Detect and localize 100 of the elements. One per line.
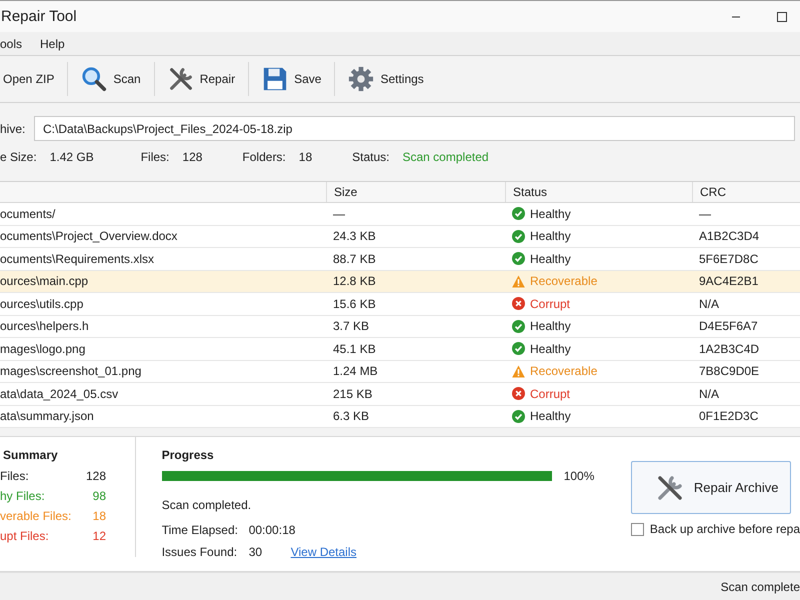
summary-value: 12 [92,529,106,545]
status-text: Scan complete [720,580,800,594]
status-text: Corrupt [530,296,570,311]
check-circle-icon [512,230,525,243]
table-cell-text: 1A2B3C4D [698,342,760,356]
toolbar-button[interactable]: Settings [345,62,427,96]
table-cell-text: — [332,206,346,221]
summary-value: 18 [92,509,106,525]
table-cell-text: ocuments/ [0,206,56,221]
column-header[interactable]: Size [326,182,505,202]
stat-label: Issues Found: [162,545,238,559]
info-label: Folders: [242,150,286,164]
toolbar-button[interactable]: Scan [78,62,144,96]
status-text: Recoverable [530,274,598,288]
table-cell-text: 5F6E7D8C [698,252,760,266]
table-cell-text: N/A [698,296,720,311]
progress-percent: 100% [564,469,594,483]
info-value: Scan completed [402,150,489,164]
check-circle-icon [512,207,525,220]
info-value: 18 [298,150,312,164]
table-row[interactable]: ata\data_2024_05.csv 215 KB Corrupt N/A [0,383,800,406]
checkbox[interactable] [630,522,644,536]
summary-value: 98 [92,489,106,505]
menu-item[interactable]: ools [0,36,22,50]
progress-message: Scan completed. [162,498,252,514]
table-cell-text: 6.3 KB [332,409,370,424]
table-cell-text: 9AC4E2B1 [698,274,760,288]
table-cell-text: D4E5F6A7 [698,319,759,334]
table-cell-text: 1.24 MB [332,364,379,378]
toolbar-button[interactable]: Save [259,62,324,96]
table-cell-text: 15.6 KB [332,296,377,311]
info-label: Status: [352,150,390,164]
status-text: Healthy [530,229,571,244]
table-cell-text: 88.7 KB [332,252,377,266]
table-cell-text: 45.1 KB [332,342,377,356]
table-row[interactable]: mages\screenshot_01.png 1.24 MB Recoverable 7B8C9D0E [0,360,800,383]
error-circle-icon [512,297,525,310]
check-circle-icon [512,410,525,423]
check-circle-icon [512,342,525,356]
table-row[interactable]: ources\utils.cpp 15.6 KB Corrupt N/A [0,293,800,316]
table-cell-text: ocuments\Project_Overview.docx [0,229,178,244]
status-text: Healthy [530,206,571,221]
status-text: Healthy [530,342,571,356]
table-row[interactable]: ocuments/ — Healthy — [0,203,800,226]
section-title: Progress [162,448,215,462]
table-cell-text: A1B2C3D4 [698,229,760,244]
stat-label: Time Elapsed: [162,523,239,537]
menu-item[interactable]: Help [40,36,65,50]
stat-value: 30 [248,545,264,559]
table-cell-text: ata\data_2024_05.csv [0,386,120,401]
table-cell-text: ources\utils.cpp [0,296,84,311]
table-row[interactable]: ata\summary.json 6.3 KB Healthy 0F1E2D3C [0,406,800,428]
table-cell-text: ocuments\Requirements.xlsx [0,252,156,266]
path-field[interactable]: C:\Data\Backups\Project_Files_2024-05-18.zip [34,116,795,141]
error-circle-icon [512,387,525,400]
section-title: Summary [2,448,59,462]
table-cell-text: mages\logo.png [0,342,86,356]
gear-icon [348,66,374,92]
table-row[interactable]: ources\helpers.h 3.7 KB Healthy D4E5F6A7 [0,316,800,338]
summary-label: hy Files: [0,489,45,505]
table-cell-text: ources\main.cpp [0,274,90,288]
table-cell-text: ata\summary.json [0,409,95,424]
search-icon [81,66,108,92]
check-circle-icon [512,252,525,266]
summary-label: verable Files: [0,509,72,525]
table-row[interactable]: ocuments\Project_Overview.docx 24.3 KB Healthy A1B2C3D4 [0,226,800,248]
info-value: 1.42 GB [50,150,94,164]
column-header[interactable]: Status [505,182,692,202]
table-row[interactable]: mages\logo.png 45.1 KB Healthy 1A2B3C4D [0,338,800,360]
status-text: Healthy [530,319,571,334]
warning-icon [512,364,525,378]
table-cell-text: N/A [698,386,720,401]
info-label: e Size: [0,150,37,164]
table-cell-text: — [698,206,712,221]
check-circle-icon [512,320,525,333]
table-cell-text: 12.8 KB [332,274,377,288]
table-row[interactable]: ources\main.cpp 12.8 KB Recoverable 9AC4E2B1 [0,270,800,293]
field-label: hive: [0,122,26,136]
view-details-link[interactable]: View Details [290,545,357,559]
checkbox-label[interactable]: Back up archive before repa [650,522,800,536]
status-text: Recoverable [530,364,598,378]
repair-archive-button[interactable]: Repair Archive [630,461,791,514]
table-cell-text: mages\screenshot_01.png [0,364,142,378]
summary-label: Files: [0,469,29,485]
tools-icon [656,474,684,502]
table-cell-text: 7B8C9D0E [698,364,760,378]
toolbar-button[interactable]: Repair [164,62,238,96]
table-cell-text: 24.3 KB [332,229,377,244]
column-header[interactable]: CRC [692,182,800,202]
status-text: Healthy [530,252,571,266]
toolbar-button[interactable]: Open ZIP [0,68,58,90]
summary-label: upt Files: [0,529,49,545]
status-text: Healthy [530,409,571,424]
status-text: Corrupt [530,386,570,401]
table-cell-text: ources\helpers.h [0,319,90,334]
window-title: Repair Tool [0,8,77,25]
maximize-icon[interactable] [777,12,787,22]
stat-value: 00:00:18 [248,523,296,537]
warning-icon [512,274,525,288]
table-cell-text: 215 KB [332,386,374,401]
